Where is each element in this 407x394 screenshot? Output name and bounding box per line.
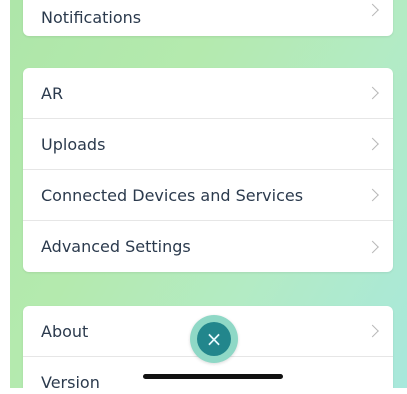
settings-item-ar[interactable]: AR [23, 68, 393, 119]
settings-item-label: Advanced Settings [41, 237, 191, 256]
settings-item-advanced-settings[interactable]: Advanced Settings [23, 221, 393, 272]
chevron-right-icon [366, 3, 379, 17]
close-fab-button[interactable]: × [190, 315, 238, 363]
settings-group-middle: AR Uploads Connected Devices and Service… [23, 68, 393, 272]
settings-item-label: AR [41, 83, 64, 103]
settings-item-uploads[interactable]: Uploads [23, 119, 393, 170]
chevron-right-icon [366, 324, 379, 338]
close-icon: × [197, 322, 231, 356]
chevron-right-icon [366, 86, 379, 100]
chevron-right-icon [366, 240, 379, 253]
settings-item-label: Notifications [41, 7, 142, 27]
settings-item-label: Uploads [41, 134, 106, 154]
settings-item-label: About [41, 321, 89, 341]
settings-item-label: Version [41, 373, 100, 388]
chevron-right-icon [366, 137, 379, 151]
chevron-right-icon [366, 188, 379, 202]
home-indicator[interactable] [143, 374, 283, 379]
settings-group-top: Notifications [23, 0, 393, 36]
settings-item-notifications[interactable]: Notifications [23, 0, 393, 36]
settings-screen: Notifications AR Uploads Connected Devic… [10, 0, 407, 388]
settings-item-connected-devices[interactable]: Connected Devices and Services [23, 170, 393, 221]
settings-item-label: Connected Devices and Services [41, 185, 304, 205]
